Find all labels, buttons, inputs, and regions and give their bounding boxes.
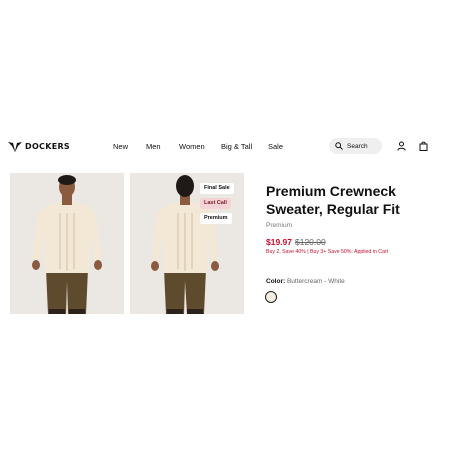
product-title: Premium Crewneck Sweater, Regular Fit <box>266 183 400 217</box>
nav-item-men[interactable]: Men <box>146 142 161 151</box>
site-header: DOCKERS New Men Women Big & Tall Sale Se… <box>0 136 450 158</box>
bag-icon[interactable] <box>419 141 428 151</box>
color-selection-label: Color: Buttercream - White <box>266 278 345 285</box>
product-image-back[interactable] <box>130 173 244 314</box>
search-button[interactable]: Search <box>329 138 382 154</box>
nav-item-new[interactable]: New <box>113 142 128 151</box>
dockers-wing-logo-icon <box>8 142 22 152</box>
badge-premium: Premium <box>200 213 232 224</box>
badge-final-sale: Final Sale <box>200 183 234 194</box>
price-row: $19.97 $120.00 <box>266 237 326 247</box>
search-icon <box>335 142 343 150</box>
nav-item-sale[interactable]: Sale <box>268 142 283 151</box>
badge-last-call: Last Call <box>200 198 231 209</box>
color-value: Buttercream - White <box>286 278 345 285</box>
color-label: Color: <box>266 278 286 285</box>
search-label: Search <box>347 142 368 150</box>
original-price: $120.00 <box>295 237 326 247</box>
promo-message: Buy 2, Save 40% | Buy 3+ Save 50%: Appli… <box>266 249 389 255</box>
product-image-front[interactable] <box>10 173 124 314</box>
model-back-illustration <box>130 173 244 314</box>
nav-item-women[interactable]: Women <box>179 142 205 151</box>
product-subtitle: Premium <box>266 222 293 229</box>
sale-price: $19.97 <box>266 237 292 247</box>
model-front-illustration <box>10 173 124 314</box>
nav-item-big-and-tall[interactable]: Big & Tall <box>221 142 252 151</box>
user-icon[interactable] <box>397 141 406 151</box>
color-swatch-buttercream[interactable] <box>265 291 277 303</box>
logo-text: DOCKERS <box>25 141 70 151</box>
dockers-logo[interactable]: DOCKERS <box>8 140 70 152</box>
